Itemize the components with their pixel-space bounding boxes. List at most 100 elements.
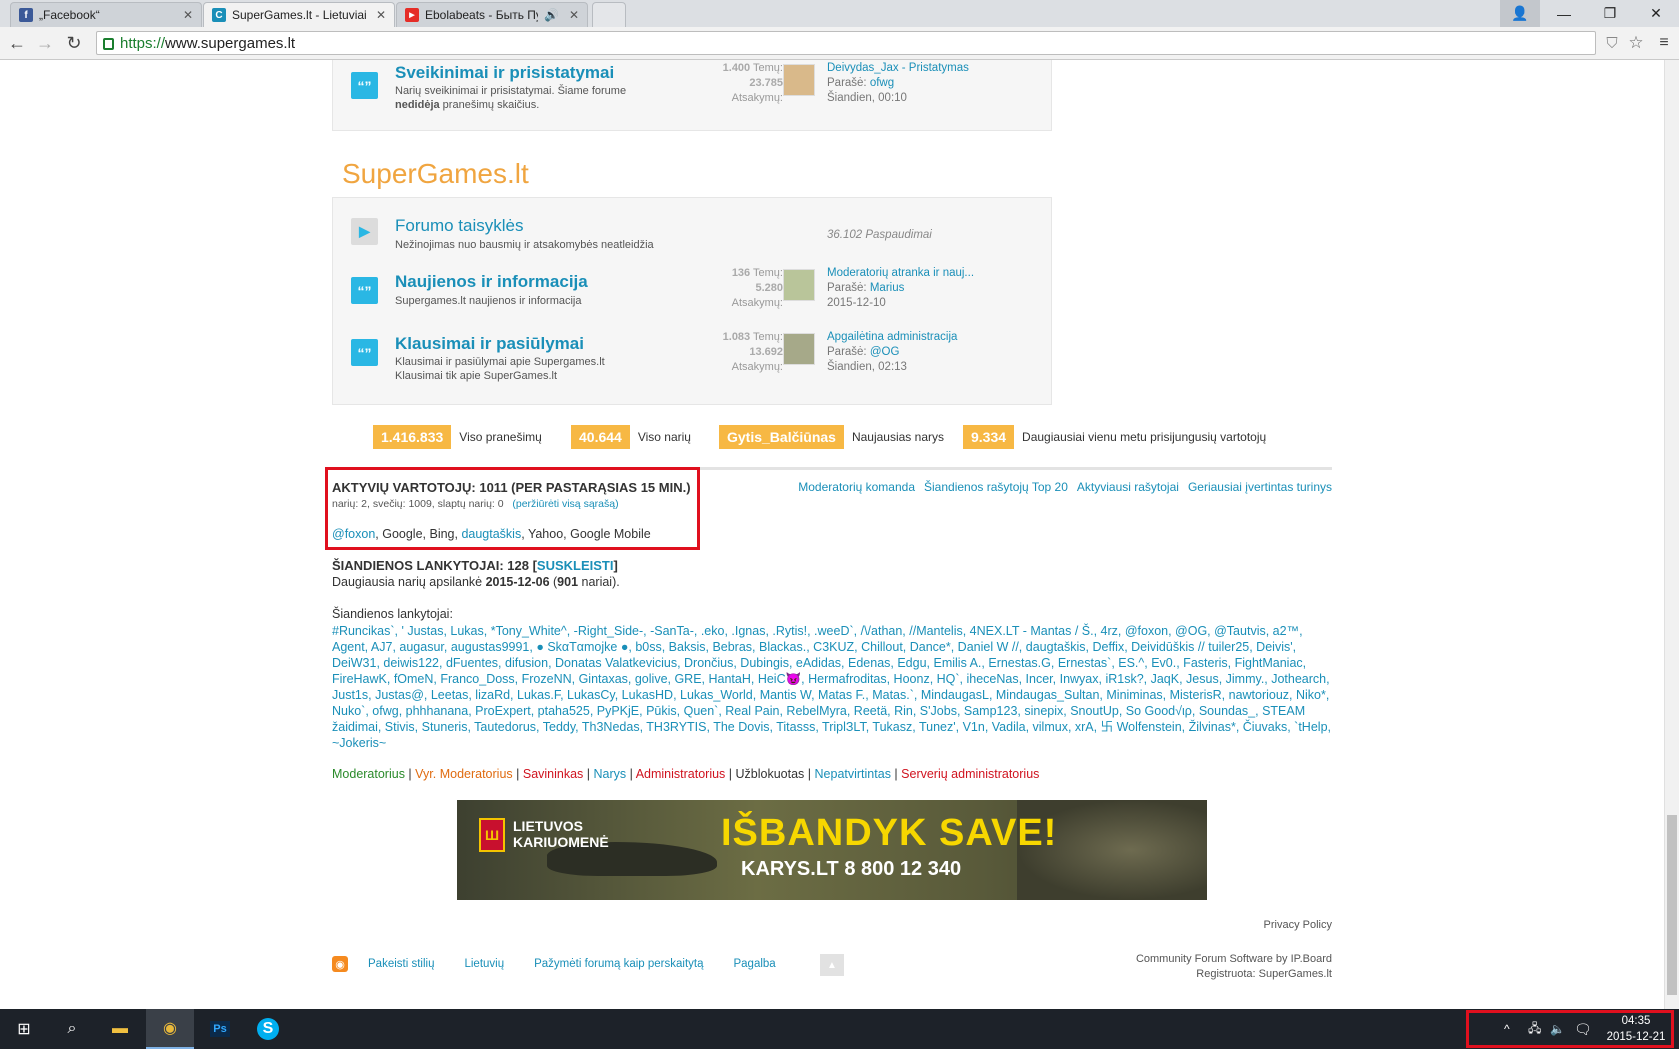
legend-separator: | — [804, 767, 815, 781]
notification-icon[interactable]: 🗨 — [1574, 1009, 1592, 1049]
page-scrollbar[interactable] — [1664, 60, 1679, 1009]
active-users-breakdown: narių: 2, svečių: 1009, slaptų narių: 0 … — [332, 498, 619, 510]
menu-icon[interactable]: ≡ — [1652, 31, 1676, 55]
advertisement-banner[interactable]: Ш LIETUVOS KARIUOMENĖ IŠBANDYK SAVE! KARY… — [457, 800, 1207, 900]
forum-box-top: “” Sveikinimai ir prisistatymai Narių sv… — [332, 60, 1052, 131]
legend-separator: | — [890, 767, 902, 781]
url-host: www.supergames.lt — [165, 34, 296, 52]
forward-arrow-icon[interactable]: → — [33, 31, 57, 55]
forum-stats: 1.083 Temų: 13.692 Atsakymų: — [722, 331, 783, 373]
url-bar[interactable]: https:// www.supergames.lt — [96, 31, 1596, 55]
last-post: Moderatorių atranka ir nauj... Parašė: M… — [827, 266, 1047, 311]
legend-item[interactable]: Vyr. Moderatorius — [415, 767, 513, 781]
tab-facebook[interactable]: f „Facebook“ ✕ — [10, 2, 202, 27]
redirect-count: 36.102 Paspaudimai — [827, 229, 932, 241]
system-clock[interactable]: 04:35 2015-12-21 — [1602, 1013, 1670, 1045]
last-post-link[interactable]: Deivydas_Jax - Pristatymas — [827, 61, 1047, 76]
todays-visitors-list[interactable]: #Runcikas`, ' Justas, Lukas, *Tony_White… — [332, 623, 1332, 751]
back-to-top-icon[interactable]: ▲ — [820, 954, 844, 976]
close-icon[interactable]: ✕ — [183, 8, 193, 22]
legend-item[interactable]: Serverių administratorius — [901, 767, 1039, 781]
legend-item[interactable]: Administratorius — [636, 767, 726, 781]
profile-icon[interactable]: 👤 — [1500, 0, 1540, 27]
author-link[interactable]: Marius — [870, 282, 905, 294]
close-icon[interactable]: ✕ — [376, 8, 386, 22]
banner-headline: IŠBANDYK SAVE! — [721, 812, 1058, 854]
search-icon[interactable]: ⌕ — [48, 1009, 96, 1049]
forum-description: Narių sveikinimai ir prisistatymai. Šiam… — [395, 85, 627, 111]
legend-item[interactable]: Narys — [594, 767, 627, 781]
reload-icon[interactable]: ↻ — [62, 31, 86, 55]
maximize-button[interactable]: ❐ — [1588, 0, 1632, 27]
user-link[interactable]: daugtaškis — [461, 527, 521, 541]
forum-stats: 1.400 Temų: 23.785 Atsakymų: — [722, 62, 783, 104]
chrome-icon[interactable]: ◉ — [146, 1009, 194, 1049]
forum-stats: 136 Temų: 5.280 Atsakymų: — [731, 267, 783, 309]
skype-icon[interactable]: S — [244, 1009, 292, 1049]
moderators-team-link[interactable]: Moderatorių komanda — [798, 480, 915, 494]
privacy-policy-link[interactable]: Privacy Policy — [1264, 918, 1332, 933]
tab-title: SuperGames.lt - Lietuviai ž — [232, 8, 370, 22]
legend-separator: | — [626, 767, 636, 781]
legend-item[interactable]: Moderatorius — [332, 767, 405, 781]
legend-item[interactable]: Nepatvirtintas — [815, 767, 891, 781]
last-post: Deivydas_Jax - Pristatymas Parašė: ofwg … — [827, 61, 1047, 106]
user-link[interactable]: @foxon — [332, 527, 375, 541]
forum-title-link[interactable]: Klausimai ir pasiūlymai — [395, 334, 584, 354]
file-explorer-icon[interactable]: ▬ — [96, 1009, 144, 1049]
tray-expand-icon[interactable]: ^ — [1504, 1009, 1510, 1049]
youtube-icon: ▶ — [405, 8, 419, 22]
change-style-link[interactable]: Pakeisti stilių — [368, 958, 434, 970]
quote-icon: “” — [351, 339, 378, 366]
legend-item[interactable]: Savininkas — [523, 767, 583, 781]
most-active-posters-link[interactable]: Aktyviausi rašytojai — [1077, 480, 1179, 494]
avatar[interactable] — [783, 333, 815, 365]
avatar[interactable] — [783, 269, 815, 301]
legend-item[interactable]: Užblokuotas — [736, 767, 805, 781]
stat-newest-member: Gytis_Balčiūnas Naujausias narys — [719, 425, 944, 449]
newest-member-link[interactable]: Gytis_Balčiūnas — [719, 425, 844, 449]
tab-youtube[interactable]: ▶ Ebolabeats - Быть Пуст 🔊 ✕ — [396, 2, 588, 27]
new-tab-button[interactable] — [592, 2, 626, 27]
scrollbar-thumb[interactable] — [1667, 815, 1677, 995]
help-link[interactable]: Pagalba — [733, 958, 775, 970]
forum-row: “” Naujienos ir informacija Supergames.l… — [333, 264, 1053, 324]
forum-row: ▶ Forumo taisyklės Nežinojimas nuo bausm… — [333, 198, 1053, 258]
supergames-icon: C — [212, 8, 226, 22]
close-icon[interactable]: ✕ — [569, 8, 579, 22]
last-post-link[interactable]: Moderatorių atranka ir nauj... — [827, 266, 1047, 281]
author-link[interactable]: @OG — [870, 346, 900, 358]
collapse-link[interactable]: SUSKLEISTI — [537, 558, 614, 573]
top-rated-content-link[interactable]: Geriausiai įvertintas turinys — [1188, 480, 1332, 494]
network-icon[interactable]: 🖧 — [1528, 1009, 1541, 1049]
windows-start-icon[interactable]: ⊞ — [0, 1009, 48, 1049]
close-window-button[interactable]: ✕ — [1634, 0, 1678, 27]
forum-title-link[interactable]: Forumo taisyklės — [395, 216, 523, 236]
mark-read-link[interactable]: Pažymėti forumą kaip perskaitytą — [534, 958, 703, 970]
photoshop-icon[interactable]: Ps — [196, 1009, 244, 1049]
group-legend: Moderatorius | Vyr. Moderatorius | Savin… — [332, 767, 1039, 781]
tab-supergames[interactable]: C SuperGames.lt - Lietuviai ž ✕ — [203, 2, 395, 27]
bookmark-star-icon[interactable]: ☆ — [1624, 31, 1648, 55]
facebook-icon: f — [19, 8, 33, 22]
last-post-link[interactable]: Apgailėtina administracija — [827, 330, 1047, 345]
avatar[interactable] — [783, 64, 815, 96]
forum-title-link[interactable]: Sveikinimai ir prisistatymai — [395, 63, 614, 83]
ipboard-link[interactable]: Community Forum Software by IP.Board — [1136, 952, 1332, 967]
shield-icon[interactable]: ⛉ — [1600, 31, 1624, 55]
view-all-link[interactable]: (peržiūrėti visą sąrašą) — [512, 498, 618, 510]
minimize-button[interactable]: — — [1542, 0, 1586, 27]
forum-description: Klausimai ir pasiūlymai apie Supergames.… — [395, 356, 605, 382]
last-post: Apgailėtina administracija Parašė: @OG Š… — [827, 330, 1047, 375]
forum-title-link[interactable]: Naujienos ir informacija — [395, 272, 588, 292]
author-link[interactable]: ofwg — [870, 77, 894, 89]
windows-taskbar: ⊞ ⌕ ▬ ◉ Ps S ^ 🖧 🔈 🗨 04:35 2015-12-21 — [0, 1009, 1679, 1049]
back-arrow-icon[interactable]: ← — [5, 31, 29, 55]
rss-icon[interactable]: ◉ — [332, 956, 348, 972]
category-title[interactable]: SuperGames.lt — [342, 158, 529, 190]
volume-icon[interactable]: 🔈 — [1550, 1009, 1565, 1049]
legend-separator: | — [512, 767, 523, 781]
language-link[interactable]: Lietuvių — [464, 958, 504, 970]
top-posters-today-link[interactable]: Šiandienos rašytojų Top 20 — [924, 480, 1068, 494]
tab-title: „Facebook“ — [39, 8, 100, 22]
